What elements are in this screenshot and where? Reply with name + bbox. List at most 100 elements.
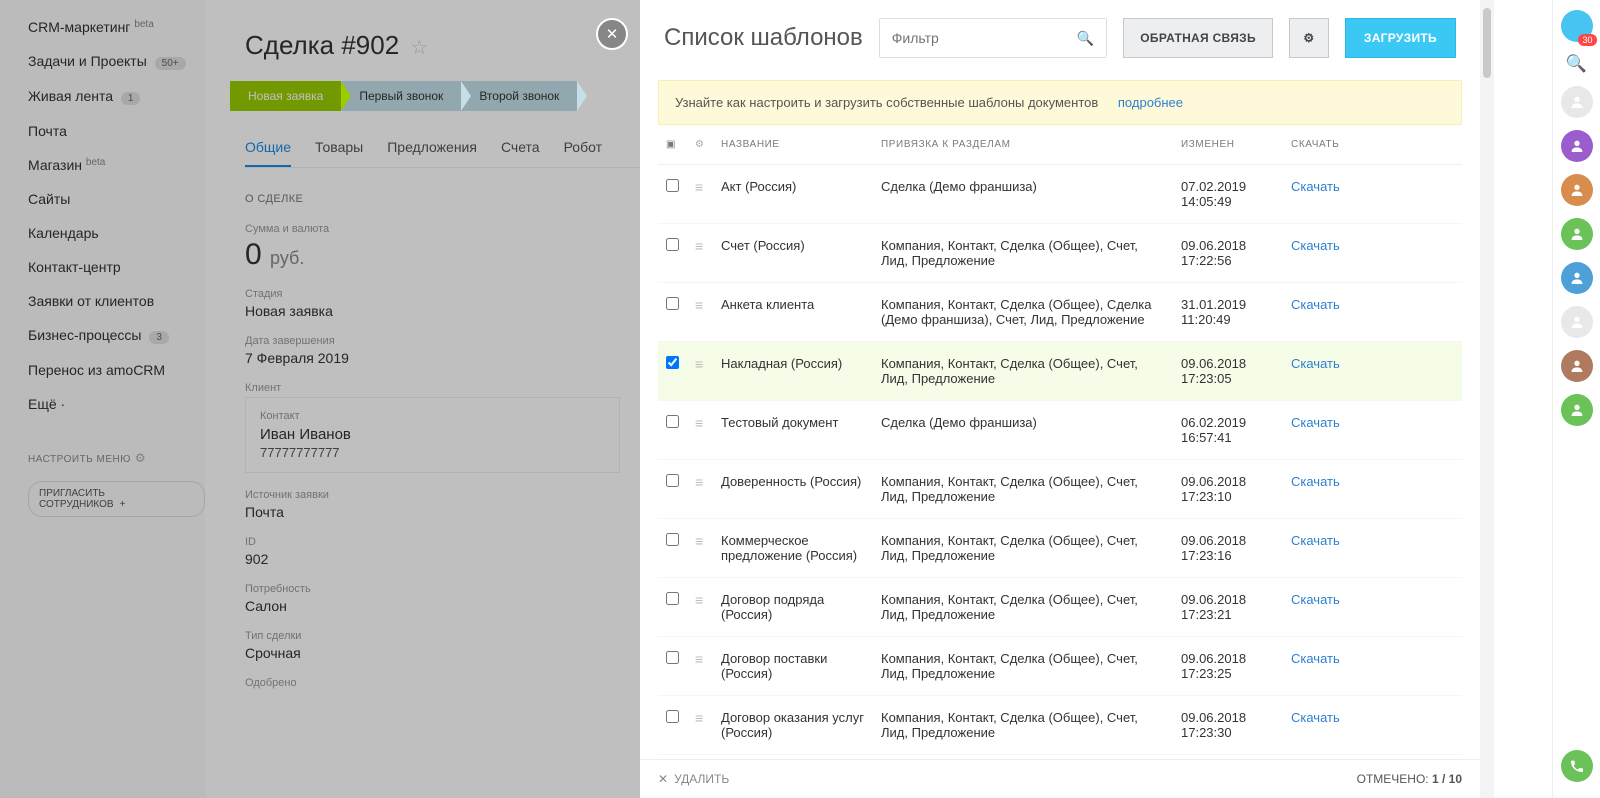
row-checkbox[interactable] — [666, 356, 679, 369]
row-checkbox[interactable] — [666, 533, 679, 546]
row-checkbox[interactable] — [666, 651, 679, 664]
table-row[interactable]: ≡ Коммерческое предложение (Россия)Компан… — [658, 519, 1462, 578]
download-link[interactable]: Скачать — [1291, 533, 1340, 548]
avatar[interactable] — [1561, 262, 1593, 294]
cell-binding: Компания, Контакт, Сделка (Общее), Счет,… — [873, 224, 1173, 283]
cell-name: Договор оказания услуг (Россия) — [713, 696, 873, 755]
cell-binding: Сделка (Демо франшиза) — [873, 165, 1173, 224]
avatar[interactable] — [1561, 306, 1593, 338]
search-icon[interactable]: 🔍 — [1561, 54, 1593, 74]
avatar[interactable] — [1561, 174, 1593, 206]
cell-name: Накладная (Россия) — [713, 342, 873, 401]
close-icon: ✕ — [658, 772, 668, 786]
cell-date: 09.06.201817:23:21 — [1173, 578, 1283, 637]
avatar[interactable] — [1561, 218, 1593, 250]
download-link[interactable]: Скачать — [1291, 297, 1340, 312]
modal-overlay[interactable] — [0, 0, 640, 798]
cell-name: Акт (Россия) — [713, 165, 873, 224]
cell-name: Тестовый документ — [713, 401, 873, 460]
col-changed[interactable]: ИЗМЕНЕН — [1173, 125, 1283, 165]
table-row[interactable]: ≡ Договор подряда (Россия)Компания, Конта… — [658, 578, 1462, 637]
download-link[interactable]: Скачать — [1291, 415, 1340, 430]
cell-binding: Компания, Контакт, Сделка (Общее), Счет,… — [873, 519, 1173, 578]
panel-title: Список шаблонов — [664, 24, 863, 52]
table-row[interactable]: ≡ Акт (Россия)Сделка (Демо франшиза)07.02… — [658, 165, 1462, 224]
cell-name: Счет (Россия) — [713, 224, 873, 283]
cell-date: 31.01.201911:20:49 — [1173, 283, 1283, 342]
avatar[interactable] — [1561, 130, 1593, 162]
row-checkbox[interactable] — [666, 297, 679, 310]
cell-name: Договор подряда (Россия) — [713, 578, 873, 637]
cell-binding: Компания, Контакт, Сделка (Общее), Счет,… — [873, 578, 1173, 637]
notice-banner: Узнайте как настроить и загрузить собств… — [658, 80, 1462, 125]
avatar[interactable] — [1561, 350, 1593, 382]
cell-date: 09.06.201817:23:05 — [1173, 342, 1283, 401]
table-row[interactable]: ≡ Тестовый документСделка (Демо франшиза)… — [658, 401, 1462, 460]
download-link[interactable]: Скачать — [1291, 356, 1340, 371]
cell-binding: Компания, Контакт, Сделка (Общее), Счет,… — [873, 460, 1173, 519]
notice-more-link[interactable]: подробнее — [1118, 95, 1183, 110]
templates-table: ▣ ⚙ НАЗВАНИЕ ПРИВЯЗКА К РАЗДЕЛАМ ИЗМЕНЕН… — [658, 125, 1462, 755]
drag-handle-icon[interactable]: ≡ — [695, 356, 702, 372]
cell-binding: Компания, Контакт, Сделка (Общее), Счет,… — [873, 342, 1173, 401]
table-gear-icon[interactable]: ⚙ — [695, 139, 705, 150]
drag-handle-icon[interactable]: ≡ — [695, 415, 702, 431]
collapse-icon[interactable]: ▣ — [666, 139, 676, 150]
gear-icon: ⚙ — [1303, 31, 1314, 45]
cell-date: 07.02.201914:05:49 — [1173, 165, 1283, 224]
templates-panel: Список шаблонов 🔍 ОБРАТНАЯ СВЯЗЬ ⚙ ЗАГРУ… — [640, 0, 1480, 798]
delete-button[interactable]: ✕УДАЛИТЬ — [658, 772, 729, 786]
table-row[interactable]: ≡ Счет (Россия)Компания, Контакт, Сделка … — [658, 224, 1462, 283]
cell-name: Договор поставки (Россия) — [713, 637, 873, 696]
settings-button[interactable]: ⚙ — [1289, 18, 1329, 58]
drag-handle-icon[interactable]: ≡ — [695, 592, 702, 608]
cell-binding: Сделка (Демо франшиза) — [873, 401, 1173, 460]
drag-handle-icon[interactable]: ≡ — [695, 297, 702, 313]
scrollbar[interactable] — [1480, 0, 1494, 798]
table-row[interactable]: ≡ Доверенность (Россия)Компания, Контакт,… — [658, 460, 1462, 519]
filter-input[interactable] — [892, 30, 1077, 46]
drag-handle-icon[interactable]: ≡ — [695, 651, 702, 667]
feedback-button[interactable]: ОБРАТНАЯ СВЯЗЬ — [1123, 18, 1273, 58]
right-bar: 30 🔍 — [1552, 0, 1600, 798]
download-link[interactable]: Скачать — [1291, 592, 1340, 607]
row-checkbox[interactable] — [666, 474, 679, 487]
cell-binding: Компания, Контакт, Сделка (Общее), Счет,… — [873, 637, 1173, 696]
row-checkbox[interactable] — [666, 415, 679, 428]
table-row[interactable]: ≡Договор оказания услуг (Россия)Компания… — [658, 696, 1462, 755]
row-checkbox[interactable] — [666, 592, 679, 605]
table-row[interactable]: ≡Анкета клиентаКомпания, Контакт, Сделка… — [658, 283, 1462, 342]
drag-handle-icon[interactable]: ≡ — [695, 179, 702, 195]
notifications[interactable]: 30 — [1561, 10, 1593, 42]
close-button[interactable]: ✕ — [596, 18, 628, 50]
download-link[interactable]: Скачать — [1291, 474, 1340, 489]
row-checkbox[interactable] — [666, 710, 679, 723]
notifications-badge: 30 — [1578, 34, 1596, 46]
table-row[interactable]: ≡ Договор поставки (Россия)Компания, Конт… — [658, 637, 1462, 696]
col-download: СКАЧАТЬ — [1283, 125, 1462, 165]
col-name[interactable]: НАЗВАНИЕ — [713, 125, 873, 165]
download-link[interactable]: Скачать — [1291, 710, 1340, 725]
cell-name: Коммерческое предложение (Россия) — [713, 519, 873, 578]
upload-button[interactable]: ЗАГРУЗИТЬ — [1345, 18, 1456, 58]
cell-date: 06.02.201916:57:41 — [1173, 401, 1283, 460]
download-link[interactable]: Скачать — [1291, 238, 1340, 253]
avatar[interactable] — [1561, 394, 1593, 426]
drag-handle-icon[interactable]: ≡ — [695, 533, 702, 549]
drag-handle-icon[interactable]: ≡ — [695, 474, 702, 490]
call-button[interactable] — [1561, 750, 1593, 782]
avatar[interactable] — [1561, 86, 1593, 118]
drag-handle-icon[interactable]: ≡ — [695, 238, 702, 254]
filter-box[interactable]: 🔍 — [879, 18, 1108, 58]
row-checkbox[interactable] — [666, 238, 679, 251]
download-link[interactable]: Скачать — [1291, 651, 1340, 666]
search-icon[interactable]: 🔍 — [1077, 30, 1094, 47]
row-checkbox[interactable] — [666, 179, 679, 192]
col-binding[interactable]: ПРИВЯЗКА К РАЗДЕЛАМ — [873, 125, 1173, 165]
cell-name: Доверенность (Россия) — [713, 460, 873, 519]
drag-handle-icon[interactable]: ≡ — [695, 710, 702, 726]
download-link[interactable]: Скачать — [1291, 179, 1340, 194]
cell-binding: Компания, Контакт, Сделка (Общее), Сделк… — [873, 283, 1173, 342]
cell-date: 09.06.201817:23:25 — [1173, 637, 1283, 696]
table-row[interactable]: ≡ Накладная (Россия)Компания, Контакт, Сд… — [658, 342, 1462, 401]
